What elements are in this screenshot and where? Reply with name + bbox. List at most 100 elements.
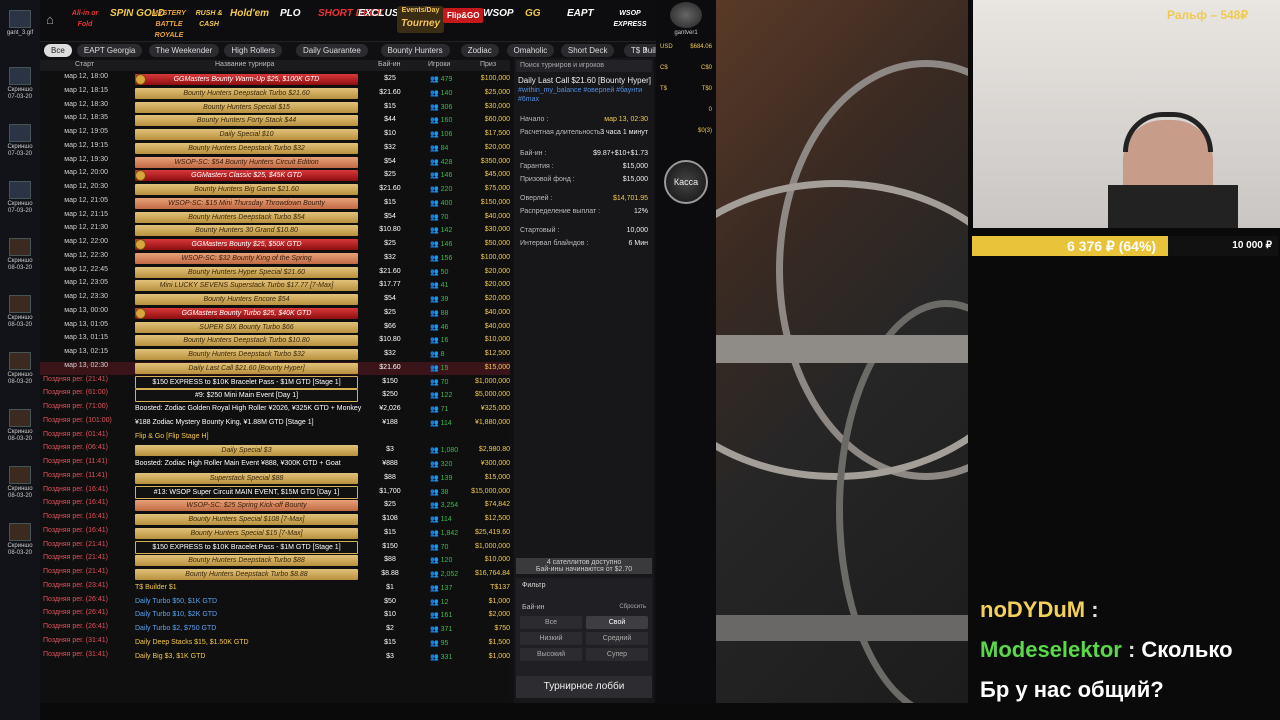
table-row[interactable]: мар 13, 00:00 GGMasters Bounty Turbo $25,…	[40, 307, 510, 320]
table-row[interactable]: мар 12, 19:30 WSOP-SC: $54 Bounty Hunters…	[40, 156, 510, 169]
filter-option-button[interactable]: Свой	[586, 616, 648, 629]
table-row[interactable]: Поздняя рег. (26:41) Daily Turbo $50, $1K…	[40, 596, 510, 609]
table-row[interactable]: мар 12, 20:00 GGMasters Classic $25, $45K…	[40, 169, 510, 182]
row-start: Поздняя рег. (06:41)	[43, 444, 108, 452]
game-tab[interactable]: Hold'em	[230, 8, 269, 19]
desktop-icon[interactable]: Скриншо 07-03-20	[3, 65, 37, 105]
table-row[interactable]: Поздняя рег. (16:41) Bounty Hunters Speci…	[40, 527, 510, 540]
detail-tags[interactable]: #within_my_balance #оверлей #баунти #6ma…	[518, 86, 652, 104]
table-row[interactable]: Поздняя рег. (61:00) #9: $250 Mini Main E…	[40, 389, 510, 403]
table-row[interactable]: Поздняя рег. (23:41) T$ Builder $1 $1 👥 137…	[40, 582, 510, 595]
game-tab[interactable]: WSOP EXPRESS	[611, 8, 649, 30]
table-row[interactable]: Поздняя рег. (11:41) Superstack Special $…	[40, 472, 510, 485]
desktop-icon[interactable]: Скриншо 08-03-20	[3, 464, 37, 504]
table-row[interactable]: Поздняя рег. (31:41) Daily Deep Stacks $1…	[40, 637, 510, 650]
filter-pill[interactable]: Bounty Hunters	[380, 44, 450, 57]
desktop-icon[interactable]: Скриншо 08-03-20	[3, 236, 37, 276]
game-tab[interactable]: PLO	[280, 8, 301, 19]
table-row[interactable]: мар 12, 21:15 Bounty Hunters Deepstack Tu…	[40, 211, 510, 224]
filter-option-button[interactable]: Супер	[586, 648, 648, 661]
filter-pill[interactable]: Zodiac	[460, 44, 499, 57]
tournament-lobby-button[interactable]: Турнирное лобби	[516, 676, 652, 698]
table-row[interactable]: Поздняя рег. (16:41) #13: WSOP Super Circ…	[40, 485, 510, 499]
col-buyin[interactable]: Бай-ин	[378, 61, 401, 68]
game-tab[interactable]: Flip&GO	[443, 8, 484, 23]
table-row[interactable]: Поздняя рег. (21:41) $150 EXPRESS to $10K…	[40, 540, 510, 554]
filter-pill[interactable]: Все	[44, 44, 72, 57]
game-tab[interactable]: RUSH & CASH	[190, 8, 228, 30]
row-name: GGMasters Bounty Warm-Up $25, $100K GTD	[135, 74, 358, 85]
table-row[interactable]: Поздняя рег. (31:41) Daily Big $3, $1K GT…	[40, 651, 510, 664]
table-row[interactable]: мар 12, 19:05 Daily Special $10 $10 👥 106 $1…	[40, 128, 510, 141]
filter-pill[interactable]: High Rollers	[224, 44, 282, 57]
table-row[interactable]: мар 12, 21:30 Bounty Hunters 30 Grand $10…	[40, 224, 510, 237]
home-icon[interactable]: ⌂	[46, 13, 58, 26]
game-tab[interactable]: EAPT	[567, 8, 594, 19]
game-tab[interactable]: Tourney Events/Day	[397, 6, 445, 33]
col-name[interactable]: Название турнира	[215, 61, 274, 68]
table-row[interactable]: Поздняя рег. (21:41) Bounty Hunters Deeps…	[40, 568, 510, 581]
game-tab[interactable]: MYSTERY BATTLE ROYALE	[150, 8, 188, 41]
desktop-icon[interactable]: gant_3.gif	[3, 8, 37, 48]
table-row[interactable]: Поздняя рег. (71:00) Boosted: Zodiac Gold…	[40, 403, 510, 416]
satellites-info[interactable]: 4 сателлитов доступно Бай-ины начинаются…	[516, 558, 652, 574]
search-input[interactable]: Поиск турниров и игроков	[516, 60, 652, 72]
filter-option-button[interactable]: Все	[520, 616, 582, 629]
desktop-icon[interactable]: Скриншо 08-03-20	[3, 407, 37, 447]
chevron-right-icon[interactable]: ›	[644, 44, 648, 57]
filter-pill[interactable]: Omaholic	[506, 44, 555, 57]
table-row[interactable]: мар 12, 23:30 Bounty Hunters Encore $54 $5…	[40, 293, 510, 306]
desktop-icon[interactable]: Скриншо 07-03-20	[3, 122, 37, 162]
table-row[interactable]: Поздняя рег. (26:41) Daily Turbo $10, $2K…	[40, 609, 510, 622]
table-row[interactable]: мар 12, 22:45 Bounty Hunters Hyper Specia…	[40, 266, 510, 279]
avatar[interactable]	[670, 2, 702, 28]
table-row[interactable]: Поздняя рег. (21:41) Bounty Hunters Deeps…	[40, 554, 510, 567]
table-row[interactable]: Поздняя рег. (11:41) Boosted: Zodiac High…	[40, 458, 510, 471]
filter-pill[interactable]: The Weekender	[148, 44, 220, 57]
filter-pill[interactable]: Daily Guarantee	[296, 44, 368, 57]
table-row[interactable]: мар 13, 02:30 Daily Last Call $21.60 [Bou…	[40, 361, 510, 375]
col-players[interactable]: Игроки	[428, 61, 450, 68]
reset-button[interactable]: Сбросить	[619, 604, 646, 610]
table-row[interactable]: мар 12, 22:00 GGMasters Bounty $25, $50K …	[40, 238, 510, 251]
table-row[interactable]: Поздняя рег. (101:00) ¥188 Zodiac Mystery…	[40, 417, 510, 430]
desktop-icon[interactable]: Скриншо 08-03-20	[3, 350, 37, 390]
table-row[interactable]: Поздняя рег. (06:41) Daily Special $3 $3 👥 …	[40, 444, 510, 457]
table-row[interactable]: мар 12, 18:00 GGMasters Bounty Warm-Up $2…	[40, 73, 510, 86]
table-row[interactable]: Поздняя рег. (26:41) Daily Turbo $2, $750…	[40, 623, 510, 636]
table-row[interactable]: Поздняя рег. (16:41) WSOP-SC: $25 Spring …	[40, 499, 510, 512]
desktop-icon[interactable]: Скриншо 08-03-20	[3, 293, 37, 333]
balance-row[interactable]: T$ T$0	[660, 86, 712, 92]
table-row[interactable]: мар 12, 18:35 Bounty Hunters Forty Stack …	[40, 114, 510, 127]
cashier-button[interactable]: Касса	[664, 160, 708, 204]
filter-option-button[interactable]: Средний	[586, 632, 648, 645]
table-row[interactable]: мар 13, 01:05 SUPER SIX Bounty Turbo $66 $…	[40, 321, 510, 334]
table-row[interactable]: мар 12, 22:30 WSOP-SC: $32 Bounty King of…	[40, 252, 510, 265]
game-tab[interactable]: All-in or Fold	[66, 8, 104, 30]
filter-pill[interactable]: EAPT Georgia	[76, 44, 143, 57]
table-row[interactable]: Поздняя рег. (21:41) $150 EXPRESS to $10K…	[40, 375, 510, 389]
table-row[interactable]: Поздняя рег. (01:41) Flip & Go [Flip Stag…	[40, 431, 510, 444]
balance-row[interactable]: USD $684.06	[660, 44, 712, 50]
table-row[interactable]: мар 13, 01:15 Bounty Hunters Deepstack Tu…	[40, 334, 510, 347]
filter-pill[interactable]: Short Deck	[560, 44, 615, 57]
table-row[interactable]: мар 12, 18:30 Bounty Hunters Special $15 $…	[40, 101, 510, 114]
desktop-icon[interactable]: Скриншо 07-03-20	[3, 179, 37, 219]
game-tab[interactable]: WSOP	[483, 8, 514, 19]
table-row[interactable]: мар 12, 18:15 Bounty Hunters Deepstack Tu…	[40, 87, 510, 100]
col-start[interactable]: Старт	[75, 61, 94, 68]
table-row[interactable]: мар 13, 02:15 Bounty Hunters Deepstack Tu…	[40, 348, 510, 361]
table-row[interactable]: Поздняя рег. (16:41) Bounty Hunters Speci…	[40, 513, 510, 526]
table-row[interactable]: мар 12, 23:05 Mini LUCKY SEVENS Superstac…	[40, 279, 510, 292]
filter-option-button[interactable]: Высокий	[520, 648, 582, 661]
table-row[interactable]: мар 12, 20:30 Bounty Hunters Big Game $21…	[40, 183, 510, 196]
table-row[interactable]: мар 12, 19:15 Bounty Hunters Deepstack Tu…	[40, 142, 510, 155]
row-players: 👥 41	[430, 282, 449, 290]
desktop-icon[interactable]: Скриншо 08-03-20	[3, 521, 37, 561]
detail-key: Начало :	[520, 116, 549, 123]
table-row[interactable]: мар 12, 21:05 WSOP-SC: $15 Mini Thursday …	[40, 197, 510, 210]
filter-option-button[interactable]: Низкий	[520, 632, 582, 645]
balance-row[interactable]: C$ C$0	[660, 65, 712, 71]
game-tab[interactable]: GG	[525, 8, 541, 19]
col-prize[interactable]: Приз	[480, 61, 496, 68]
